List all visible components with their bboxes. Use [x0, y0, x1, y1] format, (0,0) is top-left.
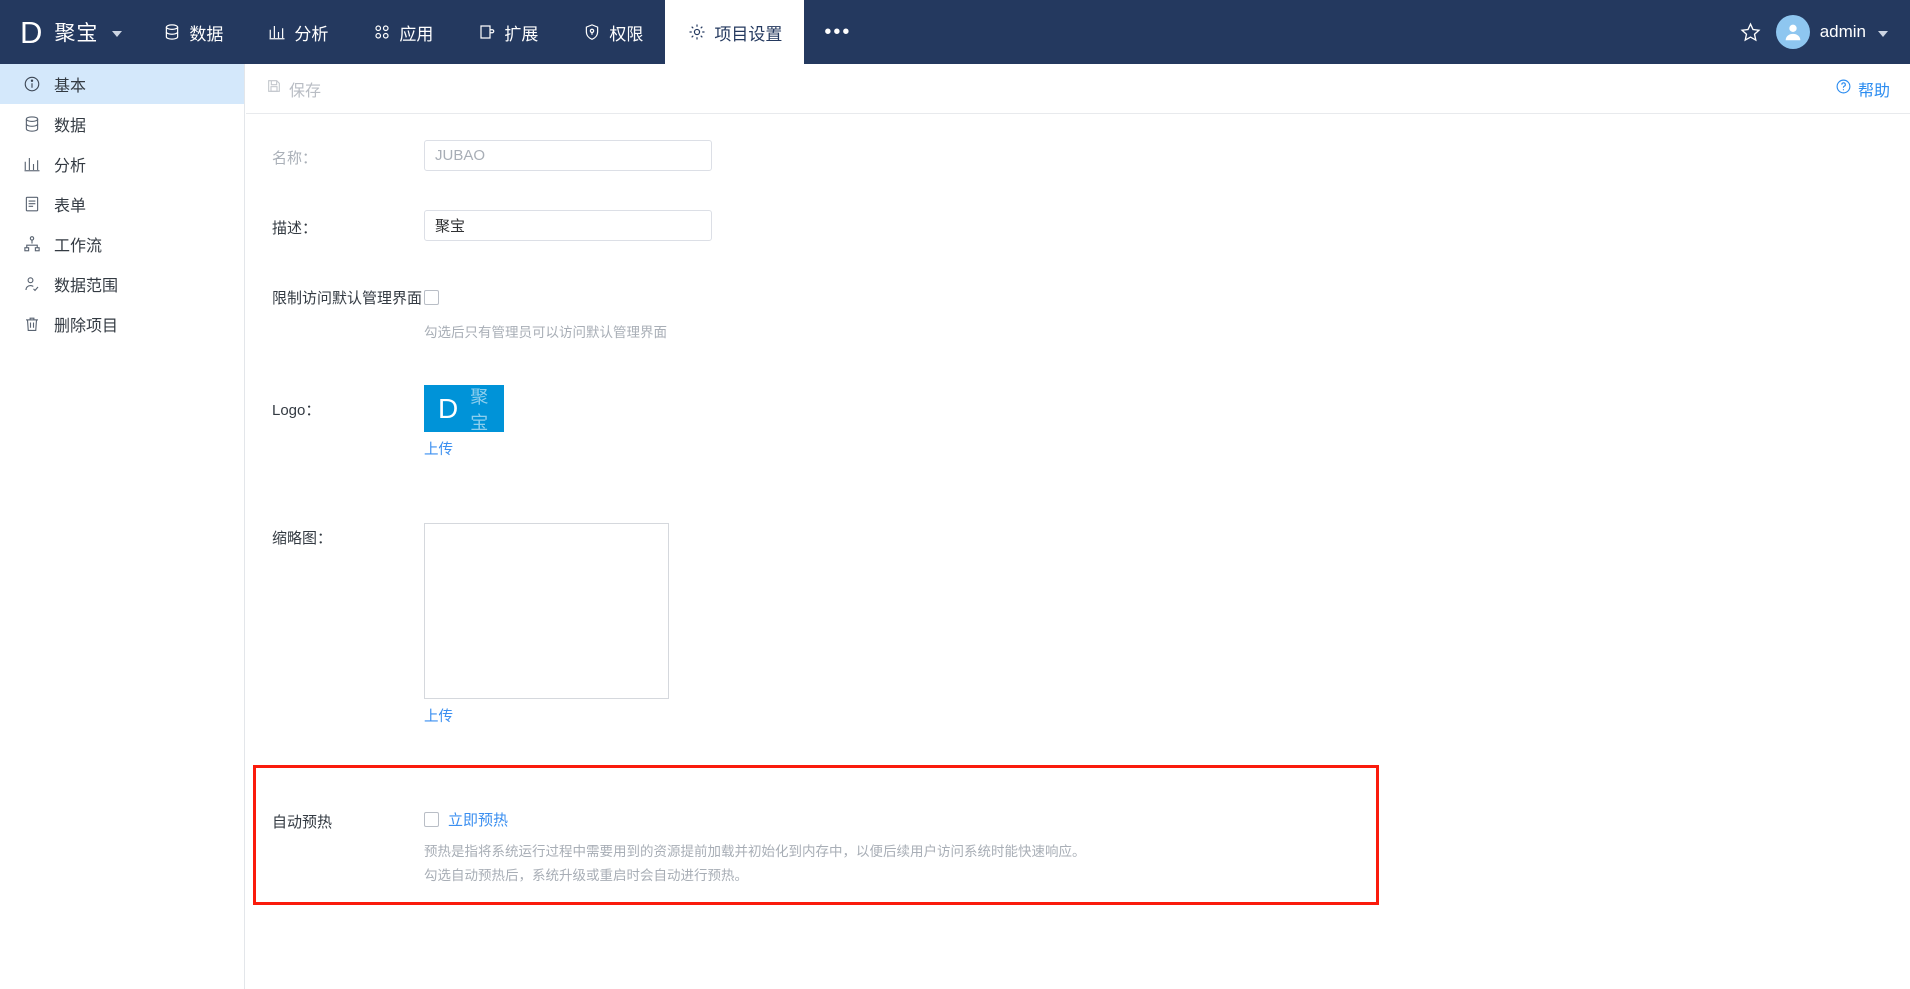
- form-row-auto-warmup: 自动预热 立即预热 预热是指将系统运行过程中需要用到的资源提前加载并初始化到内存…: [246, 765, 1910, 905]
- brand-logo-button[interactable]: D 聚宝: [0, 0, 140, 64]
- nav-item-label: 分析: [294, 24, 329, 44]
- sidebar-item-workflow[interactable]: 工作流: [0, 224, 244, 264]
- top-navigation-bar: D 聚宝 数据 分析 应用 扩展 权限 项目设置 ••• admin: [0, 0, 1910, 64]
- nav-item-apps[interactable]: 应用: [350, 0, 455, 64]
- sidebar: 基本 数据 分析 表单 工作流 数据范围 删除项目: [0, 64, 245, 989]
- nav-more-button[interactable]: •••: [804, 0, 871, 64]
- nav-item-permissions[interactable]: 权限: [560, 0, 665, 64]
- sidebar-item-label: 删除项目: [54, 318, 119, 335]
- auto-warmup-hint-line-1: 预热是指将系统运行过程中需要用到的资源提前加载并初始化到内存中，以便后续用户访问…: [424, 844, 1086, 859]
- sidebar-item-label: 基本: [54, 78, 87, 95]
- thumbnail-label: 缩略图：: [272, 530, 333, 547]
- trash-icon: [22, 314, 42, 334]
- restrict-admin-field-wrap: 勾选后只有管理员可以访问默认管理界面: [424, 280, 1910, 345]
- extension-icon: [477, 23, 496, 42]
- form-row-description: 描述：: [246, 210, 1910, 280]
- shield-icon: [582, 23, 601, 42]
- nav-item-label: 应用: [399, 24, 434, 44]
- thumbnail-upload-link[interactable]: 上传: [424, 705, 453, 726]
- logo-word: 聚宝: [470, 386, 489, 433]
- database-icon: [22, 114, 42, 134]
- sidebar-item-form[interactable]: 表单: [0, 184, 244, 224]
- user-menu-button[interactable]: admin: [1775, 15, 1888, 49]
- help-link-label: 帮助: [1857, 82, 1890, 100]
- logo-label: Logo：: [272, 402, 321, 419]
- thumbnail-preview: [424, 523, 669, 699]
- form-row-logo: Logo： D 聚宝 上传: [246, 375, 1910, 505]
- auto-warmup-checkbox[interactable]: [424, 812, 439, 827]
- logo-preview: D 聚宝: [424, 385, 504, 433]
- settings-form: 名称： 描述： 限制访问默认管理界面 勾选后只有管理员可以访问默认管理界面: [246, 114, 1910, 905]
- content-toolbar: 保存 帮助: [246, 64, 1910, 114]
- question-circle-icon: [1835, 78, 1852, 100]
- sidebar-item-basic[interactable]: 基本: [0, 64, 244, 104]
- sidebar-item-label: 工作流: [54, 238, 103, 255]
- gear-icon: [687, 23, 706, 42]
- nav-item-data[interactable]: 数据: [140, 0, 245, 64]
- name-label: 名称：: [272, 150, 318, 167]
- name-input[interactable]: [424, 140, 712, 171]
- thumbnail-field-wrap: 上传: [424, 505, 1910, 726]
- form-row-name: 名称：: [246, 140, 1910, 210]
- sidebar-item-delete-project[interactable]: 删除项目: [0, 304, 244, 344]
- save-button-label: 保存: [289, 82, 322, 100]
- help-link[interactable]: 帮助: [1835, 77, 1890, 101]
- nav-item-label: 项目设置: [714, 24, 783, 44]
- auto-warmup-label: 自动预热: [272, 814, 333, 831]
- nav-right-area: admin: [1739, 0, 1910, 64]
- nav-item-label: 权限: [609, 24, 644, 44]
- restrict-admin-hint: 勾选后只有管理员可以访问默认管理界面: [424, 325, 667, 340]
- nav-item-analysis[interactable]: 分析: [245, 0, 350, 64]
- description-input[interactable]: [424, 210, 712, 241]
- nav-item-label: 扩展: [504, 24, 539, 44]
- save-disk-icon: [266, 78, 282, 99]
- bar-chart-icon: [22, 154, 42, 174]
- description-label: 描述：: [272, 220, 318, 237]
- user-avatar-icon: [1775, 15, 1810, 49]
- nav-item-extensions[interactable]: 扩展: [455, 0, 560, 64]
- main-content: 保存 帮助 名称： 描述：: [246, 64, 1910, 989]
- restrict-admin-checkbox[interactable]: [424, 290, 439, 306]
- nav-items: 数据 分析 应用 扩展 权限 项目设置 •••: [140, 0, 871, 64]
- database-icon: [162, 23, 181, 42]
- data-scope-icon: [22, 274, 42, 294]
- logo-upload-link[interactable]: 上传: [424, 438, 453, 459]
- form-row-thumbnail: 缩略图： 上传: [246, 505, 1910, 765]
- sidebar-item-label: 表单: [54, 198, 87, 215]
- warmup-now-link[interactable]: 立即预热: [448, 809, 508, 830]
- auto-warmup-hint-line-2: 勾选自动预热后，系统升级或重启时会自动进行预热。: [424, 868, 748, 883]
- nav-item-label: 数据: [189, 24, 224, 44]
- sidebar-item-label: 数据范围: [54, 278, 119, 295]
- logo-field-wrap: D 聚宝 上传: [424, 375, 1910, 459]
- sidebar-item-data-scope[interactable]: 数据范围: [0, 264, 244, 304]
- form-row-restrict-admin: 限制访问默认管理界面 勾选后只有管理员可以访问默认管理界面: [246, 280, 1910, 375]
- name-field-wrap: [424, 140, 1910, 171]
- form-icon: [22, 194, 42, 214]
- restrict-admin-label: 限制访问默认管理界面: [272, 290, 423, 307]
- sidebar-item-analysis[interactable]: 分析: [0, 144, 244, 184]
- chevron-down-icon: [112, 31, 123, 37]
- save-button[interactable]: 保存: [266, 77, 321, 101]
- apps-grid-icon: [372, 23, 391, 42]
- brand-name: 聚宝: [54, 22, 99, 45]
- logo-letter: D: [438, 392, 459, 424]
- chevron-down-icon: [1878, 31, 1888, 37]
- star-icon[interactable]: [1739, 21, 1762, 44]
- sidebar-item-label: 分析: [54, 158, 87, 175]
- username-label: admin: [1819, 22, 1866, 41]
- brand-letter: D: [20, 14, 43, 50]
- info-circle-icon: [22, 74, 42, 94]
- nav-item-project-settings[interactable]: 项目设置: [665, 0, 805, 64]
- sidebar-item-data[interactable]: 数据: [0, 104, 244, 144]
- bar-chart-icon: [267, 23, 286, 42]
- description-field-wrap: [424, 210, 1910, 241]
- workflow-icon: [22, 234, 42, 254]
- auto-warmup-field-wrap: 立即预热 预热是指将系统运行过程中需要用到的资源提前加载并初始化到内存中，以便后…: [424, 809, 1910, 888]
- sidebar-item-label: 数据: [54, 118, 87, 135]
